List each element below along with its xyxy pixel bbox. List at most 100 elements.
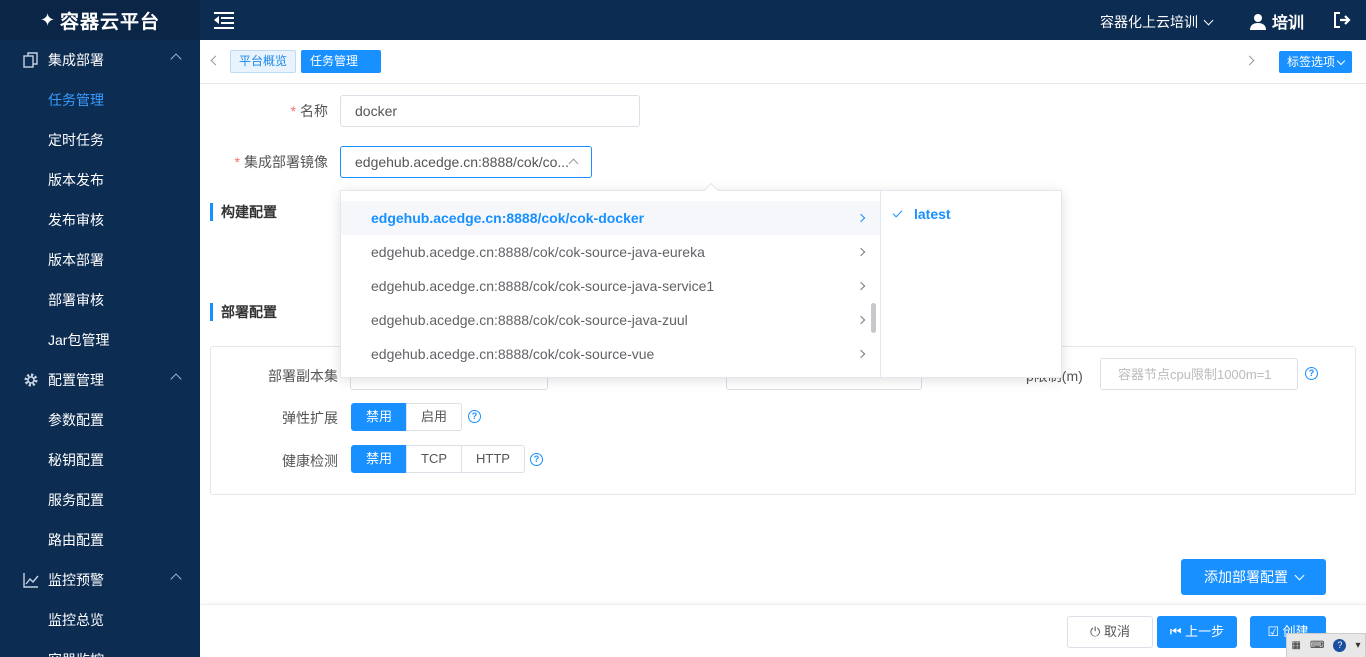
grid-icon[interactable]: ▦ [1292, 640, 1301, 651]
project-selector[interactable]: 容器化上云培训 [1100, 12, 1214, 32]
user-name: 培训 [1272, 15, 1305, 32]
elastic-scaling-label: 弹性扩展 [282, 410, 338, 426]
sidebar-item-version-release[interactable]: 版本发布 [0, 160, 200, 200]
sidebar-group-label: 集成部署 [48, 52, 104, 68]
chevron-up-icon [568, 158, 579, 169]
sidebar-item-secret-config[interactable]: 秘钥配置 [0, 440, 200, 480]
sidebar-item-deploy-review[interactable]: 部署审核 [0, 280, 200, 320]
image-option[interactable]: edgehub.acedge.cn:8888/cok/cok-docker [341, 201, 880, 235]
image-option[interactable]: edgehub.acedge.cn:8888/cok/cok-source-ja… [341, 269, 880, 303]
step-backward-icon: ⏮ [1169, 624, 1186, 639]
name-input[interactable]: docker [340, 95, 640, 127]
power-icon: ⏻ [1090, 624, 1104, 639]
deploy-config-section-title: 部署配置 [210, 303, 277, 321]
image-option-label: edgehub.acedge.cn:8888/cok/cok-source-vu… [371, 346, 655, 362]
sidebar-item-scheduled-tasks[interactable]: 定时任务 [0, 120, 200, 160]
image-option-label: edgehub.acedge.cn:8888/cok/cok-source-ja… [371, 278, 715, 294]
scrollbar-thumb[interactable] [871, 303, 876, 333]
cpu-limit-placeholder: 容器节点cpu限制1000m=1 [1118, 367, 1272, 382]
sidebar-item-container-monitor[interactable]: 容器监控 [0, 640, 200, 657]
user-menu[interactable]: 培训 [1250, 9, 1304, 33]
help-icon[interactable]: ? [1305, 367, 1318, 380]
tab-platform-overview[interactable]: 平台概览 [230, 50, 297, 73]
sidebar-group-config[interactable]: 配置管理 [0, 360, 200, 400]
project-name: 容器化上云培训 [1100, 14, 1198, 30]
image-select[interactable]: edgehub.acedge.cn:8888/cok/co... [340, 146, 592, 178]
help-circle-icon[interactable]: ? [1333, 639, 1347, 652]
chevron-left-icon[interactable] [210, 55, 221, 66]
sidebar-item-release-review[interactable]: 发布审核 [0, 200, 200, 240]
chevron-right-icon [856, 315, 866, 325]
chevron-right-icon[interactable] [1244, 55, 1255, 66]
tab-options-label: 标签选项 [1287, 55, 1336, 69]
elastic-disable-option[interactable]: 禁用 [351, 403, 408, 431]
sidebar-group-deploy[interactable]: 集成部署 [0, 40, 200, 80]
tab-task-management[interactable]: 任务管理 [301, 50, 381, 73]
replicas-label: 部署副本集 [268, 368, 338, 384]
sidebar: ✦ 容器云平台 集成部署 任务管理 定时任务 版本发布 发布审核 版本部署 部署… [0, 0, 200, 657]
sidebar-group-label: 配置管理 [48, 372, 104, 388]
image-option[interactable]: edgehub.acedge.cn:8888/cok/cok-source-vu… [341, 337, 880, 371]
line-chart-icon [22, 571, 40, 589]
image-tag-column: latest [881, 191, 1061, 377]
sidebar-item-monitor-overview[interactable]: 监控总览 [0, 600, 200, 640]
tab-bar: 平台概览 任务管理 标签选项 [200, 40, 1366, 84]
gear-icon [22, 371, 40, 389]
chevron-up-icon [170, 573, 182, 585]
chevron-down-icon [1336, 56, 1346, 66]
chevron-down-icon [1203, 15, 1214, 26]
keyboard-icon[interactable]: ⌨ [1310, 640, 1324, 651]
help-icon[interactable]: ? [530, 453, 543, 466]
health-check-toggle: 禁用 TCP HTTP [351, 445, 525, 473]
sidebar-group-label: 监控预警 [48, 572, 104, 588]
add-deploy-config-button[interactable]: 添加部署配置 [1181, 559, 1326, 595]
sidebar-item-param-config[interactable]: 参数配置 [0, 400, 200, 440]
partial-list-item [341, 191, 880, 201]
image-cascader-dropdown: edgehub.acedge.cn:8888/cok/cok-docker ed… [340, 182, 1062, 378]
health-tcp-option[interactable]: TCP [406, 445, 463, 473]
health-disable-option[interactable]: 禁用 [351, 445, 408, 473]
image-select-value: edgehub.acedge.cn:8888/cok/co... [355, 154, 570, 170]
sidebar-item-route-config[interactable]: 路由配置 [0, 520, 200, 560]
sidebar-group-monitor[interactable]: 监控预警 [0, 560, 200, 600]
sidebar-item-service-config[interactable]: 服务配置 [0, 480, 200, 520]
chevron-right-icon [856, 281, 866, 291]
chevron-down-icon [1294, 570, 1305, 581]
health-check-label: 健康检测 [282, 453, 338, 469]
elastic-enable-option[interactable]: 启用 [406, 403, 463, 431]
chevron-right-icon [856, 213, 866, 223]
footer-bar: ⏻ 取消 ⏮ 上一步 ☑ 创建 ▦ ⌨ ? ▾ [200, 604, 1366, 657]
sidebar-item-jar-management[interactable]: Jar包管理 [0, 320, 200, 360]
system-tray: ▦ ⌨ ? ▾ [1286, 633, 1366, 657]
chevron-down-icon[interactable]: ▾ [1355, 640, 1360, 651]
image-option-label: edgehub.acedge.cn:8888/cok/cok-docker [371, 210, 645, 226]
chevron-up-icon [170, 53, 182, 65]
chevron-right-icon [856, 247, 866, 257]
logo-icon: ✦ [39, 9, 57, 30]
image-label: * 集成部署镜像 [234, 154, 328, 170]
sidebar-item-task-management[interactable]: 任务管理 [0, 80, 200, 120]
cancel-button[interactable]: ⏻ 取消 [1067, 616, 1153, 648]
user-icon [1250, 13, 1266, 30]
logout-icon[interactable] [1333, 11, 1351, 32]
copy-icon [22, 51, 40, 69]
previous-step-button[interactable]: ⏮ 上一步 [1157, 616, 1237, 648]
health-http-option[interactable]: HTTP [461, 445, 525, 473]
menu-collapse-icon[interactable] [214, 11, 234, 29]
sidebar-item-version-deploy[interactable]: 版本部署 [0, 240, 200, 280]
image-list-column: edgehub.acedge.cn:8888/cok/cok-docker ed… [341, 191, 881, 377]
app-logo[interactable]: ✦ 容器云平台 [0, 0, 200, 40]
cancel-label: 取消 [1103, 624, 1130, 639]
chevron-up-icon [170, 373, 182, 385]
chevron-right-icon [856, 349, 866, 359]
cpu-limit-input[interactable]: 容器节点cpu限制1000m=1 [1100, 358, 1298, 390]
image-option[interactable]: edgehub.acedge.cn:8888/cok/cok-source-ja… [341, 235, 880, 269]
tag-option-latest[interactable]: latest [881, 197, 1061, 231]
check-icon [892, 207, 903, 217]
image-option[interactable]: edgehub.acedge.cn:8888/cok/cok-source-ja… [341, 303, 880, 337]
logo-text: 容器云平台 [60, 11, 161, 33]
help-icon[interactable]: ? [468, 410, 481, 423]
previous-step-label: 上一步 [1185, 624, 1225, 639]
tab-options-button[interactable]: 标签选项 [1279, 51, 1353, 73]
top-header: 容器化上云培训 培训 [200, 0, 1366, 40]
